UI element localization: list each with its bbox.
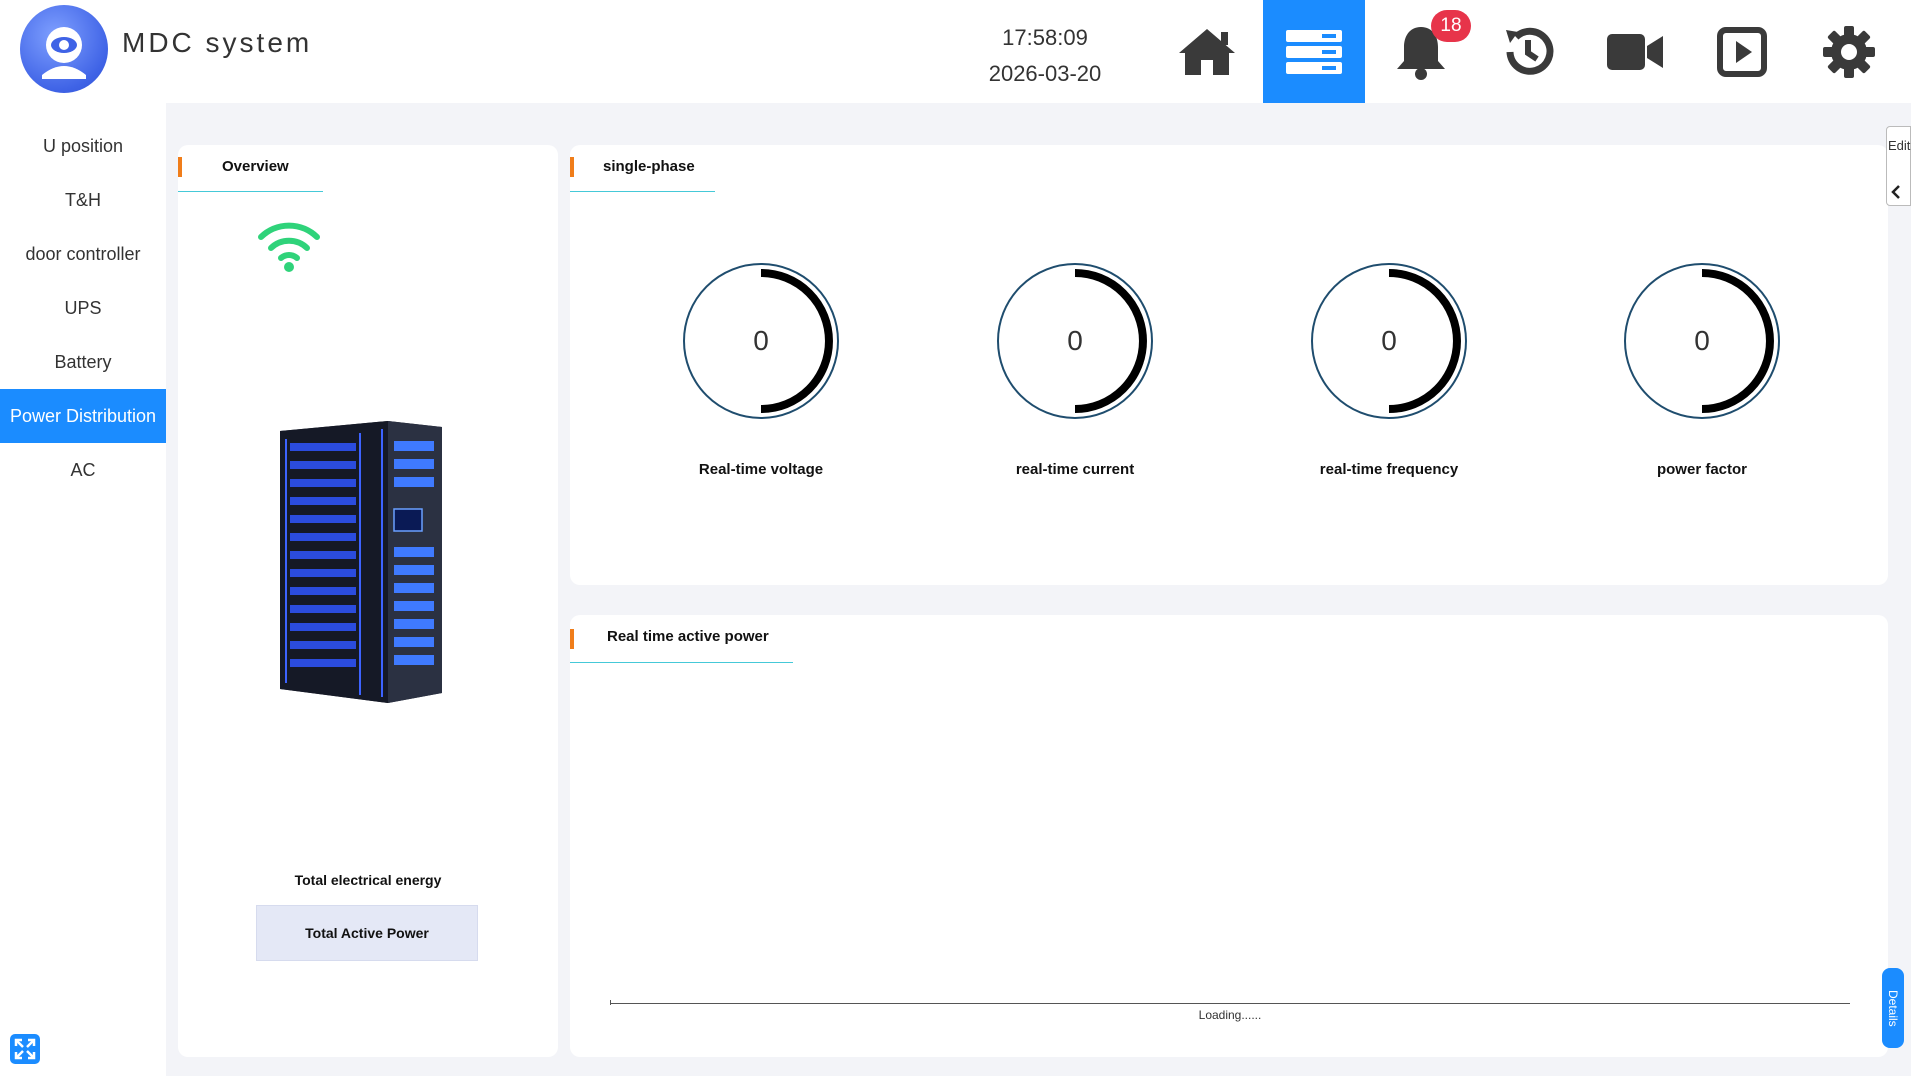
gauge-value: 0 bbox=[753, 325, 769, 356]
playback-icon bbox=[1717, 26, 1767, 77]
nav-playback-button[interactable] bbox=[1691, 0, 1793, 103]
active-power-panel: Real time active power Loading...... bbox=[570, 615, 1888, 1057]
sidebar-item-power-distribution[interactable]: Power Distribution bbox=[0, 389, 166, 443]
total-active-power-box: Total Active Power bbox=[256, 905, 478, 961]
current-gauge: 0 bbox=[995, 261, 1155, 421]
panel-underline bbox=[570, 662, 793, 663]
gauge-label: power factor bbox=[1656, 461, 1747, 478]
panel-underline bbox=[178, 191, 323, 192]
frequency-gauge: 0 bbox=[1309, 261, 1469, 421]
sidebar-item-label: Battery bbox=[54, 351, 112, 372]
gauge-label: Real-time voltage bbox=[698, 461, 824, 478]
server-rack-image bbox=[280, 421, 442, 703]
panel-underline bbox=[570, 191, 715, 192]
sidebar-item-label: Power Distribution bbox=[9, 405, 157, 426]
details-tab[interactable]: Details bbox=[1882, 968, 1904, 1048]
fullscreen-button[interactable] bbox=[10, 1034, 40, 1064]
sidebar-item-battery[interactable]: Battery bbox=[0, 335, 166, 389]
app-logo bbox=[20, 5, 108, 93]
panel-marker bbox=[178, 157, 182, 177]
top-header: MDC system 17:58:09 2026-03-20 18 bbox=[0, 0, 1911, 103]
gear-icon bbox=[1823, 25, 1875, 78]
sidebar-item-label: U position bbox=[42, 135, 124, 156]
nav-settings-button[interactable] bbox=[1798, 0, 1900, 103]
gauge-value: 0 bbox=[1067, 325, 1083, 356]
sidebar: U position T&H door controller UPS Batte… bbox=[0, 103, 166, 1076]
total-energy-label: Total electrical energy bbox=[294, 872, 442, 888]
sidebar-item-ac[interactable]: AC bbox=[0, 443, 166, 497]
expand-icon bbox=[14, 1038, 36, 1060]
server-list-icon bbox=[1286, 29, 1342, 74]
edit-label[interactable]: Edit bbox=[1888, 138, 1910, 153]
clock: 17:58:09 2026-03-20 bbox=[960, 20, 1130, 92]
overview-title: Overview bbox=[222, 158, 289, 175]
details-label: Details bbox=[1886, 989, 1900, 1027]
nav-home-button[interactable] bbox=[1156, 0, 1258, 103]
nav-video-button[interactable] bbox=[1584, 0, 1686, 103]
app-title: MDC system bbox=[122, 27, 313, 58]
chart-loading-text: Loading...... bbox=[1198, 1008, 1262, 1022]
overview-panel: Overview Total electrical energy Total A… bbox=[178, 145, 558, 1057]
home-icon bbox=[1179, 28, 1235, 75]
clock-time: 17:58:09 bbox=[1002, 25, 1088, 50]
panel-marker bbox=[570, 629, 574, 649]
gauge-value: 0 bbox=[1381, 325, 1397, 356]
alarm-count-badge: 18 bbox=[1431, 10, 1471, 42]
clock-date: 2026-03-20 bbox=[988, 61, 1102, 86]
sidebar-item-label: door controller bbox=[25, 243, 141, 264]
sidebar-item-u-position[interactable]: U position bbox=[0, 119, 166, 173]
sidebar-item-th[interactable]: T&H bbox=[0, 173, 166, 227]
sidebar-item-label: AC bbox=[70, 459, 96, 480]
gauge-value: 0 bbox=[1694, 325, 1710, 356]
nav-devices-button[interactable] bbox=[1263, 0, 1365, 103]
nav-history-button[interactable] bbox=[1477, 0, 1579, 103]
panel-marker bbox=[570, 157, 574, 177]
sidebar-item-label: T&H bbox=[65, 189, 101, 210]
chevron-left-icon[interactable] bbox=[1889, 184, 1903, 200]
voltage-gauge: 0 bbox=[681, 261, 841, 421]
chart-axis-line bbox=[610, 1003, 1850, 1004]
active-power-title: Real time active power bbox=[607, 628, 769, 645]
history-icon bbox=[1506, 27, 1554, 75]
wifi-icon bbox=[258, 222, 320, 272]
gauge-label: real-time frequency bbox=[1319, 461, 1459, 478]
total-active-power-label: Total Active Power bbox=[305, 925, 429, 941]
video-camera-icon bbox=[1607, 33, 1663, 70]
sidebar-item-ups[interactable]: UPS bbox=[0, 281, 166, 335]
sidebar-item-door-controller[interactable]: door controller bbox=[0, 227, 166, 281]
single-phase-title: single-phase bbox=[603, 158, 695, 175]
chart-axis-tick bbox=[610, 1000, 611, 1005]
gauge-label: real-time current bbox=[1015, 461, 1135, 478]
sidebar-item-label: UPS bbox=[64, 297, 102, 318]
power-factor-gauge: 0 bbox=[1622, 261, 1782, 421]
single-phase-panel: single-phase 0 Real-time voltage 0 real-… bbox=[570, 145, 1888, 585]
